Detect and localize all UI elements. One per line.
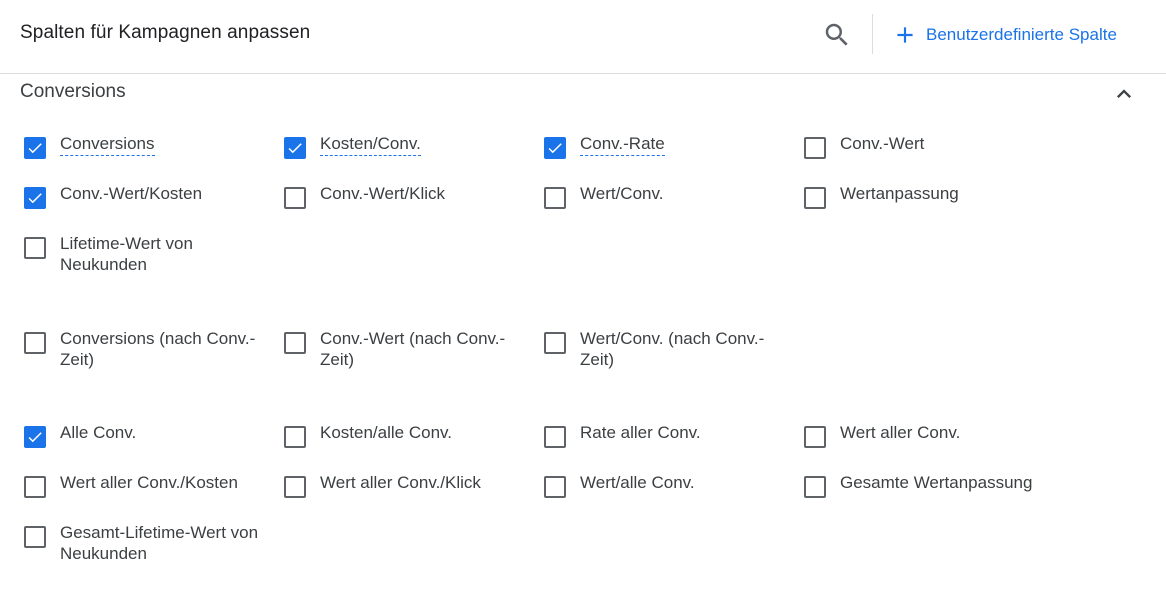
checkbox-unchecked[interactable] xyxy=(284,332,306,354)
search-icon xyxy=(825,23,848,46)
checkbox-checked[interactable] xyxy=(24,426,46,448)
checkbox-unchecked[interactable] xyxy=(544,476,566,498)
column-option-label: Gesamt-Lifetime-Wert von Neukunden xyxy=(60,523,259,563)
column-option-label: Conv.-Rate xyxy=(580,133,665,156)
column-option[interactable]: Kosten/Conv. xyxy=(284,133,534,159)
column-option[interactable]: Wert/alle Conv. xyxy=(544,472,794,498)
checkbox-unchecked[interactable] xyxy=(804,187,826,209)
column-option[interactable]: Lifetime-Wert von Neukunden xyxy=(24,233,274,275)
column-option-label: Wert aller Conv. xyxy=(840,423,961,442)
custom-column-label: Benutzerdefinierte Spalte xyxy=(926,25,1117,44)
column-option[interactable]: Conv.-Rate xyxy=(544,133,794,159)
column-option-label: Conv.-Wert (nach Conv.-Zeit) xyxy=(320,329,506,369)
column-option-label: Wertanpassung xyxy=(840,184,959,203)
column-option[interactable]: Conv.-Wert xyxy=(804,133,1054,159)
column-option[interactable]: Conv.-Wert/Kosten xyxy=(24,183,274,209)
column-option[interactable]: Wert aller Conv. xyxy=(804,422,1054,448)
checkbox-unchecked[interactable] xyxy=(544,426,566,448)
column-option-label: Conv.-Wert/Klick xyxy=(320,184,446,203)
column-option[interactable]: Conv.-Wert (nach Conv.-Zeit) xyxy=(284,328,534,370)
column-option-label: Wert/Conv. (nach Conv.-Zeit) xyxy=(580,329,765,369)
checkbox-unchecked[interactable] xyxy=(804,137,826,159)
checkmark-icon xyxy=(28,143,42,154)
column-option-label: Kosten/alle Conv. xyxy=(320,423,452,442)
column-option-label: Alle Conv. xyxy=(60,423,137,442)
checkbox-unchecked[interactable] xyxy=(284,476,306,498)
checkbox-unchecked[interactable] xyxy=(804,476,826,498)
checkbox-unchecked[interactable] xyxy=(24,237,46,259)
dialog-header: Spalten für Kampagnen anpassen Benutzerd… xyxy=(0,0,1166,74)
checkbox-unchecked[interactable] xyxy=(24,332,46,354)
plus-icon xyxy=(897,27,913,43)
column-option[interactable]: Kosten/alle Conv. xyxy=(284,422,534,448)
column-option[interactable]: Wert/Conv. (nach Conv.-Zeit) xyxy=(544,328,794,370)
collapse-section-button[interactable] xyxy=(1110,80,1138,108)
column-option[interactable]: Rate aller Conv. xyxy=(544,422,794,448)
column-option-label: Conv.-Wert/Kosten xyxy=(60,184,203,203)
column-option[interactable]: Conversions xyxy=(24,133,274,159)
column-option-label: Conversions (nach Conv.-Zeit) xyxy=(60,329,256,369)
checkmark-icon xyxy=(288,143,302,154)
checkmark-icon xyxy=(28,432,42,443)
column-option-label: Lifetime-Wert von Neukunden xyxy=(60,234,193,274)
column-option-label: Kosten/Conv. xyxy=(320,133,421,156)
column-option-label: Gesamte Wertanpassung xyxy=(840,473,1033,492)
header-divider xyxy=(872,14,873,54)
column-option[interactable]: Conversions (nach Conv.-Zeit) xyxy=(24,328,274,370)
column-option[interactable]: Wert aller Conv./Kosten xyxy=(24,472,274,498)
checkbox-checked[interactable] xyxy=(24,187,46,209)
checkbox-unchecked[interactable] xyxy=(544,332,566,354)
column-option[interactable]: Wert/Conv. xyxy=(544,183,794,209)
checkbox-checked[interactable] xyxy=(544,137,566,159)
column-option[interactable]: Wertanpassung xyxy=(804,183,1054,209)
checkbox-unchecked[interactable] xyxy=(284,187,306,209)
checkbox-checked[interactable] xyxy=(284,137,306,159)
chevron-up-icon xyxy=(1117,89,1131,98)
column-option[interactable]: Gesamte Wertanpassung xyxy=(804,472,1054,498)
column-option-label: Wert aller Conv./Kosten xyxy=(60,473,238,492)
section-title: Conversions xyxy=(20,81,126,102)
dialog-title: Spalten für Kampagnen anpassen xyxy=(20,22,311,43)
column-option-label: Wert aller Conv./Klick xyxy=(320,473,481,492)
checkbox-checked[interactable] xyxy=(24,137,46,159)
column-option[interactable]: Alle Conv. xyxy=(24,422,274,448)
checkbox-unchecked[interactable] xyxy=(284,426,306,448)
checkbox-unchecked[interactable] xyxy=(24,476,46,498)
checkbox-unchecked[interactable] xyxy=(24,526,46,548)
checkmark-icon xyxy=(28,193,42,204)
column-option-label: Rate aller Conv. xyxy=(580,423,701,442)
search-button[interactable] xyxy=(822,20,852,50)
column-option-label: Conversions xyxy=(60,133,155,156)
checkbox-unchecked[interactable] xyxy=(544,187,566,209)
column-option[interactable]: Gesamt-Lifetime-Wert von Neukunden xyxy=(24,522,274,564)
checkbox-unchecked[interactable] xyxy=(804,426,826,448)
add-custom-column-button[interactable]: Benutzerdefinierte Spalte xyxy=(892,20,1117,50)
column-option-label: Conv.-Wert xyxy=(840,134,925,153)
column-option[interactable]: Conv.-Wert/Klick xyxy=(284,183,534,209)
column-option[interactable]: Wert aller Conv./Klick xyxy=(284,472,534,498)
column-option-label: Wert/alle Conv. xyxy=(580,473,695,492)
checkmark-icon xyxy=(548,143,562,154)
column-option-label: Wert/Conv. xyxy=(580,184,664,203)
